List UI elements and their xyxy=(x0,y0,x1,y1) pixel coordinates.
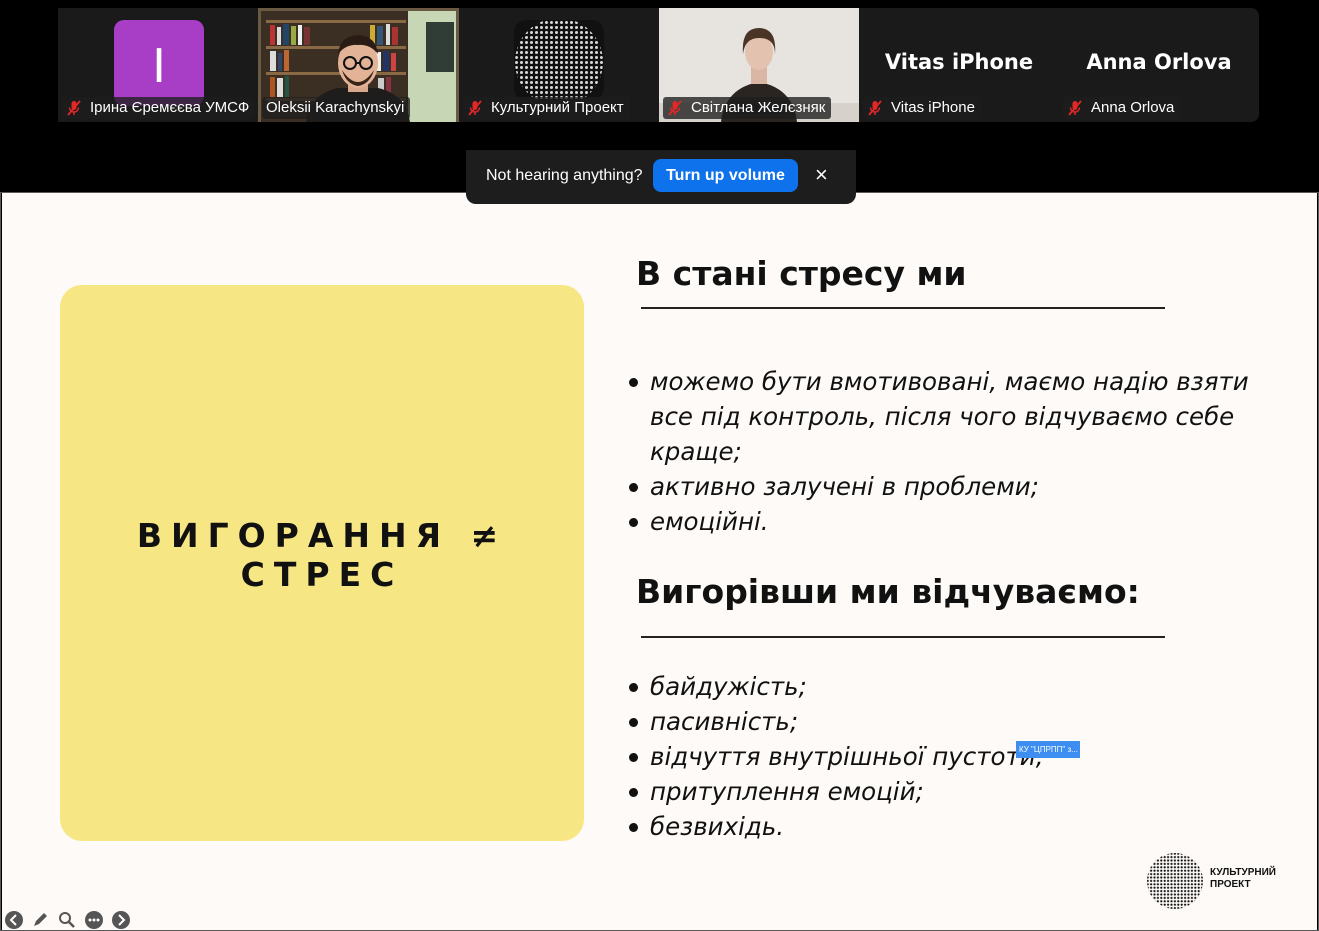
mic-muted-icon xyxy=(468,100,482,116)
section-heading-stress: В стані стресу ми xyxy=(636,254,967,293)
mic-muted-icon xyxy=(668,100,682,116)
list-item: пасивність; xyxy=(626,704,1286,739)
participant-name: Vitas iPhone xyxy=(891,99,975,116)
participant-name: Ірина Єремєєва УМСФ xyxy=(90,99,250,116)
back-arrow-icon[interactable] xyxy=(4,910,24,930)
heading-underline xyxy=(641,636,1165,638)
participant-tile[interactable]: Світлана Желєзняк xyxy=(659,8,859,122)
turn-up-volume-button[interactable]: Turn up volume xyxy=(653,159,798,192)
participant-display-name: Vitas iPhone xyxy=(884,50,1034,74)
participant-name-bar: Ірина Єремєєва УМСФ xyxy=(62,97,256,119)
list-item: відчуття внутрішньої пустоти; xyxy=(626,739,1286,774)
participant-tile[interactable]: I Ірина Єремєєва УМСФ xyxy=(58,8,258,122)
mic-muted-icon xyxy=(868,100,882,116)
list-item: активно залучені в проблеми; xyxy=(626,469,1286,504)
dot-sphere-logo-icon xyxy=(514,20,604,100)
participant-tile[interactable]: Культурний Проект xyxy=(459,8,659,122)
forward-arrow-icon[interactable] xyxy=(111,910,131,930)
participant-name-bar: Світлана Желєзняк xyxy=(663,97,832,119)
participant-tile-active[interactable]: Oleksii Karachynskyi xyxy=(258,8,459,122)
list-item: можемо бути вмотивовані, маємо надію взя… xyxy=(626,364,1286,469)
stress-bullet-list: можемо бути вмотивовані, маємо надію взя… xyxy=(626,364,1286,539)
participant-name-bar: Anna Orlova xyxy=(1063,97,1181,119)
list-item: емоційні. xyxy=(626,504,1286,539)
participant-display-name: Anna Orlova xyxy=(1086,50,1232,74)
participant-tile[interactable]: Anna Orlova Anna Orlova xyxy=(1059,8,1259,122)
burnout-bullet-list: байдужість; пасивність; відчуття внутріш… xyxy=(626,669,1286,844)
more-icon[interactable] xyxy=(84,910,104,930)
section-heading-burnout: Вигорівши ми відчуваємо: xyxy=(636,572,1140,611)
logo-line: ПРОЕКТ xyxy=(1210,879,1251,890)
logo-line: КУЛЬТУРНИЙ xyxy=(1210,867,1276,878)
participant-name-bar: Oleksii Karachynskyi xyxy=(262,97,411,119)
heading-underline xyxy=(641,307,1165,309)
list-item: байдужість; xyxy=(626,669,1286,704)
kultpro-logo-icon xyxy=(1147,853,1203,909)
participant-name: Культурний Проект xyxy=(491,99,624,116)
logo-text: КУЛЬТУРНИЙ ПРОЕКТ xyxy=(1210,867,1276,891)
participant-name-bar: Культурний Проект xyxy=(463,97,630,119)
pen-icon[interactable] xyxy=(30,910,50,930)
audio-notice-message: Not hearing anything? xyxy=(486,167,643,184)
list-item: безвихідь. xyxy=(626,809,1286,844)
close-icon[interactable]: × xyxy=(815,163,828,187)
participant-name: Oleksii Karachynskyi xyxy=(266,99,405,116)
participant-name-bar: Vitas iPhone xyxy=(863,97,981,119)
list-item: притуплення емоцій; xyxy=(626,774,1286,809)
participant-tile[interactable]: Vitas iPhone Vitas iPhone xyxy=(859,8,1059,122)
card-title: ВИГОРАННЯ ≠ СТРЕС xyxy=(136,516,508,594)
participant-name: Anna Orlova xyxy=(1091,99,1175,116)
avatar: I xyxy=(114,20,204,106)
participant-name: Світлана Желєзняк xyxy=(691,99,826,116)
zoom-icon[interactable] xyxy=(57,910,77,930)
mic-muted-icon xyxy=(1068,100,1082,116)
remote-cursor-label: КУ "ЦПРПП" з... xyxy=(1016,741,1080,758)
mic-muted-icon xyxy=(67,100,81,116)
